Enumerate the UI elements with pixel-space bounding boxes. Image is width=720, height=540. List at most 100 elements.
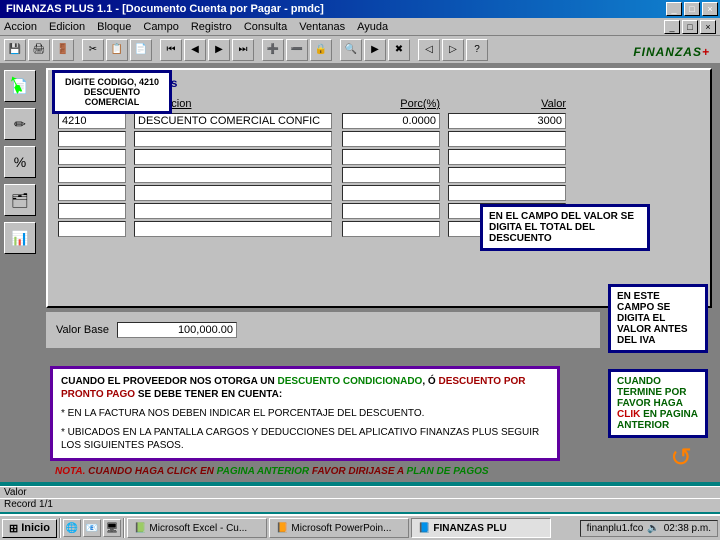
next-icon[interactable]: ▶	[208, 39, 230, 61]
valor-input[interactable]	[448, 113, 566, 129]
windows-icon: ⊞	[9, 522, 18, 535]
exit-icon[interactable]: 🚪	[52, 39, 74, 61]
lock-icon[interactable]: 🔒	[310, 39, 332, 61]
delete-icon[interactable]: ➖	[286, 39, 308, 61]
task-powerpoint[interactable]: 📙Microsoft PowerPoin...	[269, 518, 409, 538]
page-prev-icon[interactable]: ◁	[418, 39, 440, 61]
valor-base-label: Valor Base	[56, 324, 109, 336]
app-title: FINANZAS PLUS 1.1 - [Documento Cuenta po…	[2, 3, 666, 15]
first-icon[interactable]: ⏮	[160, 39, 182, 61]
quicklaunch-icon[interactable]: 🖥	[103, 519, 121, 537]
menu-consulta[interactable]: Consulta	[244, 21, 287, 33]
menu-accion[interactable]: Accion	[4, 21, 37, 33]
descripcion-input[interactable]	[134, 221, 332, 237]
quicklaunch-icon[interactable]: 📧	[83, 519, 101, 537]
sidebar-percent-icon[interactable]: %	[4, 146, 36, 178]
excel-icon: 📗	[134, 523, 146, 534]
porc-input[interactable]	[342, 203, 440, 219]
menu-ventanas[interactable]: Ventanas	[299, 21, 345, 33]
toolbar: 💾 🖨 🚪 ✂ 📋 📄 ⏮ ◀ ▶ ⏭ ➕ ➖ 🔒 🔍 ▶ ✖ ◁ ▷ ?	[0, 36, 720, 64]
porc-input[interactable]	[342, 185, 440, 201]
app-titlebar: FINANZAS PLUS 1.1 - [Documento Cuenta po…	[0, 0, 720, 18]
finanzas-logo: FINANZAS+	[633, 45, 710, 59]
concepto-input[interactable]	[58, 113, 126, 129]
print-icon[interactable]: 🖨	[28, 39, 50, 61]
clock: 02:38 p.m.	[664, 523, 711, 534]
grid-row	[58, 113, 700, 129]
speaker-icon[interactable]: 🔊	[647, 523, 659, 534]
prev-icon[interactable]: ◀	[184, 39, 206, 61]
concepto-input[interactable]	[58, 149, 126, 165]
descripcion-input[interactable]	[134, 203, 332, 219]
system-tray: finanplu1.fco 🔊 02:38 p.m.	[580, 520, 718, 537]
annotation-codigo: DIGITE CODIGO, 4210 DESCUENTO COMERCIAL	[52, 70, 172, 114]
run-icon[interactable]: ▶	[364, 39, 386, 61]
descripcion-input[interactable]	[134, 149, 332, 165]
help-icon[interactable]: ?	[466, 39, 488, 61]
powerpoint-icon: 📙	[276, 523, 288, 534]
cut-icon[interactable]: ✂	[82, 39, 104, 61]
menu-ayuda[interactable]: Ayuda	[357, 21, 388, 33]
page-next-icon[interactable]: ▷	[442, 39, 464, 61]
nota-line: NOTA. CUANDO HAGA CLICK EN PAGINA ANTERI…	[55, 466, 489, 477]
col-porc-header: Porc(%)	[340, 98, 440, 110]
menu-bloque[interactable]: Bloque	[97, 21, 131, 33]
close-button[interactable]: ×	[702, 2, 718, 16]
mdi-minimize-button[interactable]: _	[664, 20, 680, 34]
descripcion-input[interactable]	[134, 185, 332, 201]
save-icon[interactable]: 💾	[4, 39, 26, 61]
concepto-input[interactable]	[58, 131, 126, 147]
porc-input[interactable]	[342, 131, 440, 147]
sidebar-cards-icon[interactable]: 🗂	[4, 184, 36, 216]
minimize-button[interactable]: _	[666, 2, 682, 16]
annotation-valor: EN EL CAMPO DEL VALOR SE DIGITA EL TOTAL…	[480, 204, 650, 251]
annotation-termine: CUANDO TERMINE POR FAVOR HAGA CLIK EN PA…	[608, 369, 708, 438]
tray-label: finanplu1.fco	[587, 523, 644, 534]
concepto-input[interactable]	[58, 167, 126, 183]
grid-row	[58, 185, 700, 201]
maximize-button[interactable]: □	[684, 2, 700, 16]
col-valor-header: Valor	[446, 98, 566, 110]
annotation-proveedor: CUANDO EL PROVEEDOR NOS OTORGA UN DESCUE…	[50, 366, 560, 461]
mdi-close-button[interactable]: ×	[700, 20, 716, 34]
app-icon: 📘	[418, 523, 430, 534]
concepto-input[interactable]	[58, 185, 126, 201]
cancel-icon[interactable]: ✖	[388, 39, 410, 61]
query-icon[interactable]: 🔍	[340, 39, 362, 61]
grid-row	[58, 167, 700, 183]
descripcion-input[interactable]	[134, 113, 332, 129]
descripcion-input[interactable]	[134, 167, 332, 183]
concepto-input[interactable]	[58, 221, 126, 237]
grid-row	[58, 131, 700, 147]
quicklaunch-icon[interactable]: 🌐	[63, 519, 81, 537]
porc-input[interactable]	[342, 113, 440, 129]
menu-edicion[interactable]: Edicion	[49, 21, 85, 33]
sidebar-sheet-icon[interactable]: 📊	[4, 222, 36, 254]
valor-base-input[interactable]	[117, 322, 237, 338]
start-button[interactable]: ⊞ Inicio	[2, 519, 57, 538]
valor-input[interactable]	[448, 131, 566, 147]
valor-input[interactable]	[448, 167, 566, 183]
porc-input[interactable]	[342, 167, 440, 183]
valor-input[interactable]	[448, 149, 566, 165]
valor-input[interactable]	[448, 185, 566, 201]
mdi-area: ➷ 📄 ✏ % 🗂 📊 Cargos Deducciones Concepto …	[0, 64, 720, 482]
sidebar-edit-icon[interactable]: ✏	[4, 108, 36, 140]
annotation-iva: EN ESTE CAMPO SE DIGITA EL VALOR ANTES D…	[608, 284, 708, 353]
concepto-input[interactable]	[58, 203, 126, 219]
task-excel[interactable]: 📗Microsoft Excel - Cu...	[127, 518, 267, 538]
task-finanzas[interactable]: 📘FINANZAS PLU	[411, 518, 551, 538]
paste-icon[interactable]: 📄	[130, 39, 152, 61]
porc-input[interactable]	[342, 149, 440, 165]
menu-registro[interactable]: Registro	[191, 21, 232, 33]
menu-campo[interactable]: Campo	[143, 21, 178, 33]
statusbar-2: Record 1/1	[0, 498, 720, 512]
last-icon[interactable]: ⏭	[232, 39, 254, 61]
valor-base-panel: Valor Base	[46, 312, 600, 348]
copy-icon[interactable]: 📋	[106, 39, 128, 61]
porc-input[interactable]	[342, 221, 440, 237]
insert-icon[interactable]: ➕	[262, 39, 284, 61]
mdi-maximize-button[interactable]: □	[682, 20, 698, 34]
menubar: Accion Edicion Bloque Campo Registro Con…	[0, 18, 720, 36]
descripcion-input[interactable]	[134, 131, 332, 147]
